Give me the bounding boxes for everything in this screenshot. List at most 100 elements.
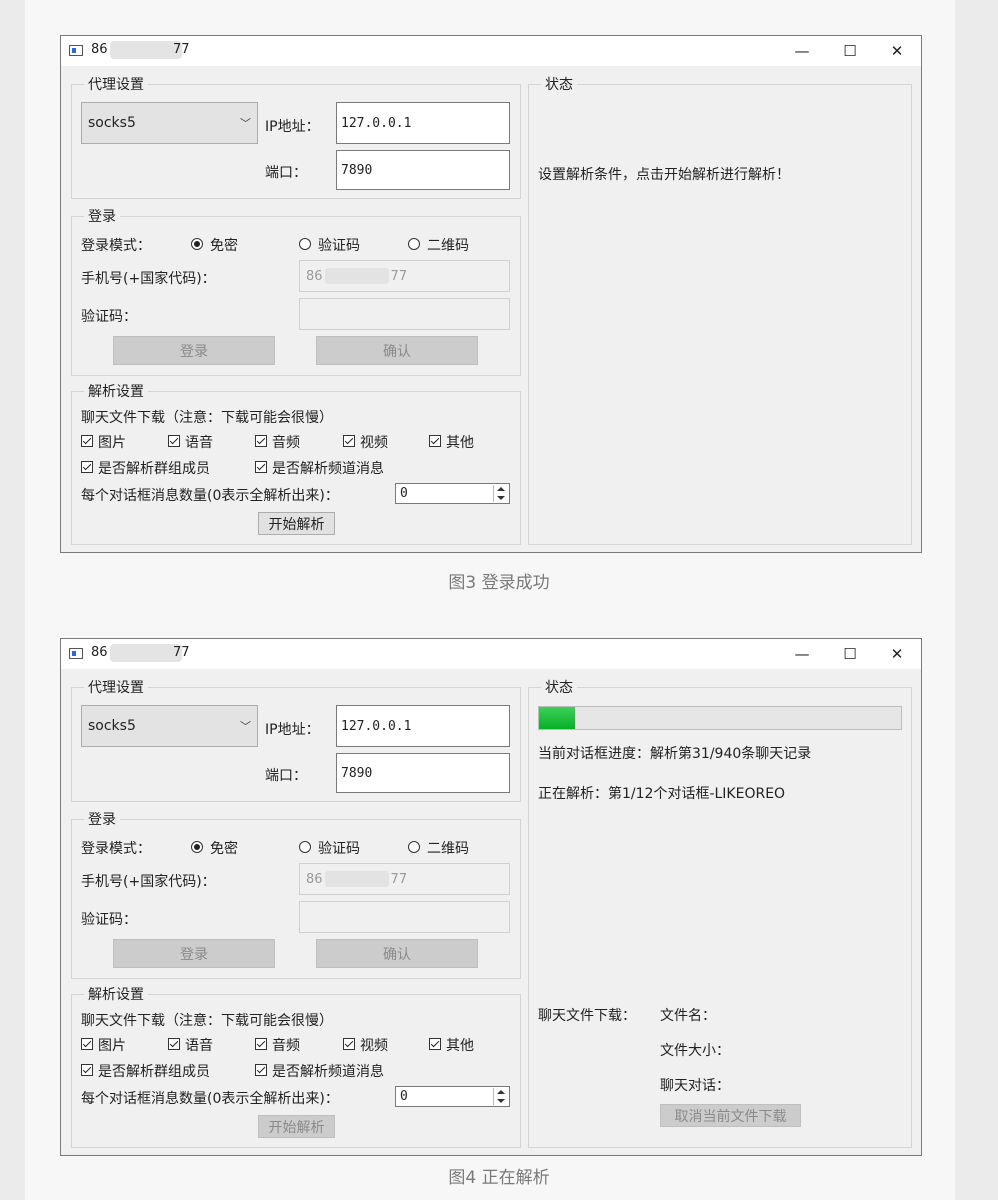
mode-no-password-label: 免密 [210,238,238,254]
parse-settings-legend: 解析设置 [84,381,148,401]
figure-caption-4: 图4 正在解析 [448,1168,550,1188]
parse-progress-fill [539,707,576,729]
phone-input[interactable]: 86 77 [299,260,510,292]
proxy-type-select[interactable]: socks5 ﹀ [81,102,258,144]
code-label: 验证码： [81,309,137,325]
checkbox-voice-label: 语音 [185,435,213,451]
checkbox-video-label: 视频 [360,435,388,451]
login-mode-label: 登录模式： [81,238,151,254]
radio-no-password[interactable] [191,238,203,250]
port-input[interactable]: 7890 [336,753,510,793]
login-legend: 登录 [84,206,120,226]
checkbox-other[interactable] [429,1038,441,1050]
checkbox-audio-label: 音频 [272,435,300,451]
login-mode-label: 登录模式： [81,841,151,857]
radio-verification-code[interactable] [299,238,311,250]
phone-end: 77 [390,268,408,284]
checkbox-audio[interactable] [255,435,267,447]
checkbox-images[interactable] [81,1038,93,1050]
download-note: 聊天文件下载（注意：下载可能会很慢） [81,1013,333,1029]
proxy-type-select[interactable]: socks5 ﹀ [81,705,258,747]
parse-progress-bar [538,706,902,730]
ip-value: 127.0.0.1 [341,718,412,734]
checkbox-group-members[interactable] [81,1064,93,1076]
window-title-end: 77 [173,42,190,57]
group-members-label: 是否解析群组成员 [98,1064,210,1080]
checkbox-channel-messages[interactable] [255,461,267,473]
chevron-down-icon: ﹀ [240,720,251,733]
login-button[interactable]: 登录 [113,939,275,968]
ip-input[interactable]: 127.0.0.1 [336,705,510,747]
figure-caption-3: 图3 登录成功 [448,573,550,593]
title-bar[interactable]: 86 77 — ☐ ✕ [61,639,921,669]
app-icon [69,648,83,659]
message-count-spinbox[interactable]: 0 [395,1086,510,1107]
channel-messages-label: 是否解析频道消息 [272,461,384,477]
maximize-icon[interactable]: ☐ [827,36,873,66]
spin-arrows-icon[interactable] [493,1088,508,1105]
app-window-login-success: 86 77 — ☐ ✕ 代理设置 socks5 ﹀ IP地址： 127.0.0.… [60,35,922,553]
group-members-label: 是否解析群组成员 [98,461,210,477]
proxy-settings-legend: 代理设置 [84,74,148,94]
mode-qr-code-label: 二维码 [427,841,469,857]
radio-qr-code[interactable] [408,841,420,853]
redacted-phone-blur [110,41,182,59]
close-icon[interactable]: ✕ [874,36,920,66]
checkbox-images-label: 图片 [98,1038,126,1054]
checkbox-audio[interactable] [255,1038,267,1050]
message-count-spinbox[interactable]: 0 [395,483,510,504]
spin-arrows-icon[interactable] [493,485,508,502]
code-input[interactable] [299,901,510,933]
code-input[interactable] [299,298,510,330]
radio-qr-code[interactable] [408,238,420,250]
checkbox-video[interactable] [343,435,355,447]
mode-no-password-label: 免密 [210,841,238,857]
cancel-download-button[interactable]: 取消当前文件下载 [660,1104,801,1127]
checkbox-voice[interactable] [168,1038,180,1050]
status-legend: 状态 [541,74,577,94]
minimize-icon[interactable]: — [779,639,825,669]
dialog-progress-text: 当前对话框进度：解析第31/940条聊天记录 [538,746,812,762]
file-download-label: 聊天文件下载： [538,1008,636,1024]
minimize-icon[interactable]: — [779,36,825,66]
status-message: 设置解析条件，点击开始解析进行解析！ [538,167,790,183]
port-label: 端口： [265,768,307,784]
checkbox-voice[interactable] [168,435,180,447]
checkbox-group-members[interactable] [81,461,93,473]
close-icon[interactable]: ✕ [874,639,920,669]
start-parse-button[interactable]: 开始解析 [258,512,335,535]
mode-qr-code-label: 二维码 [427,238,469,254]
phone-end: 77 [390,871,408,887]
title-bar[interactable]: 86 77 — ☐ ✕ [61,36,921,66]
current-dialog-text: 正在解析：第1/12个对话框-LIKEOREO [538,786,786,802]
mode-verification-code-label: 验证码 [318,238,360,254]
radio-verification-code[interactable] [299,841,311,853]
checkbox-voice-label: 语音 [185,1038,213,1054]
start-parse-button[interactable]: 开始解析 [258,1115,335,1138]
channel-messages-label: 是否解析频道消息 [272,1064,384,1080]
checkbox-audio-label: 音频 [272,1038,300,1054]
port-value: 7890 [341,765,373,781]
checkbox-video[interactable] [343,1038,355,1050]
login-button[interactable]: 登录 [113,336,275,365]
phone-start: 86 [306,871,323,887]
port-input[interactable]: 7890 [336,150,510,190]
port-label: 端口： [265,165,307,181]
phone-label: 手机号(+国家代码)： [81,874,216,890]
checkbox-images[interactable] [81,435,93,447]
checkbox-other[interactable] [429,435,441,447]
radio-no-password[interactable] [191,841,203,853]
window-title-end: 77 [173,645,190,660]
confirm-button[interactable]: 确认 [316,336,478,365]
phone-input[interactable]: 86 77 [299,863,510,895]
ip-input[interactable]: 127.0.0.1 [336,102,510,144]
redacted-phone-blur [324,268,389,284]
window-title-start: 86 [91,645,108,660]
maximize-icon[interactable]: ☐ [827,639,873,669]
login-legend: 登录 [84,809,120,829]
checkbox-channel-messages[interactable] [255,1064,267,1076]
message-count-value: 0 [400,486,408,501]
confirm-button[interactable]: 确认 [316,939,478,968]
proxy-settings-legend: 代理设置 [84,677,148,697]
code-label: 验证码： [81,912,137,928]
